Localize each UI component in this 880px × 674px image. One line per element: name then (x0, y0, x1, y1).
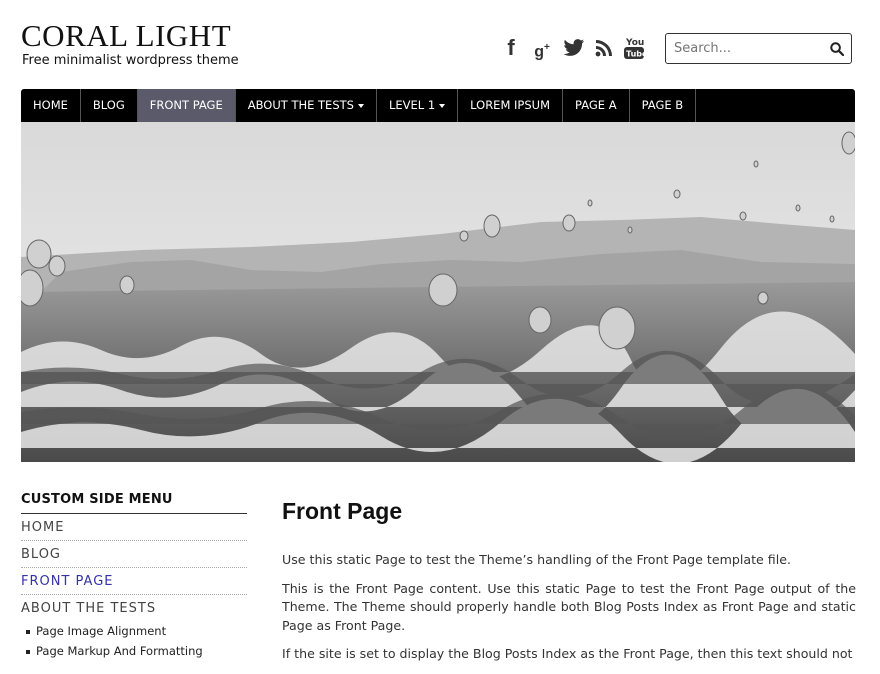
content-paragraph: If the site is set to display the Blog P… (282, 646, 853, 661)
main-navigation: HOME BLOG FRONT PAGE ABOUT THE TESTS LEV… (21, 89, 855, 122)
nav-label: PAGE A (575, 98, 617, 112)
caret-down-icon (439, 103, 446, 108)
nav-item-level-1[interactable]: LEVEL 1 (377, 89, 459, 122)
nav-label: LOREM IPSUM (470, 98, 550, 112)
landscape-image (21, 122, 855, 462)
rss-icon[interactable] (593, 33, 615, 63)
site-title[interactable]: CORAL LIGHT (21, 18, 231, 54)
twitter-icon[interactable] (562, 33, 586, 63)
nav-item-about-the-tests[interactable]: ABOUT THE TESTS (236, 89, 377, 122)
facebook-icon[interactable]: f (500, 33, 522, 63)
caret-down-icon (357, 103, 364, 108)
sidebar-item-home[interactable]: HOME (21, 514, 247, 541)
content-paragraph: Use this static Page to test the Theme’s… (282, 552, 791, 567)
nav-item-page-b[interactable]: PAGE B (630, 89, 697, 122)
custom-side-menu: CUSTOM SIDE MENU HOME BLOG FRONT PAGE AB… (21, 492, 247, 661)
sidebar-item-blog[interactable]: BLOG (21, 541, 247, 568)
google-plus-icon[interactable]: g+ (529, 33, 555, 63)
svg-text:You: You (625, 38, 644, 48)
nav-item-page-a[interactable]: PAGE A (563, 89, 630, 122)
nav-label: LEVEL 1 (388, 98, 436, 112)
main-content: Front Page Use this static Page to test … (282, 498, 856, 674)
nav-item-home[interactable]: HOME (21, 89, 81, 122)
search-box (665, 33, 852, 64)
nav-item-front-page[interactable]: FRONT PAGE (137, 89, 236, 122)
nav-label: HOME (33, 98, 68, 112)
youtube-icon[interactable]: You Tube (622, 33, 648, 63)
sidebar-subitem-page-image-alignment[interactable]: Page Image Alignment (21, 621, 247, 641)
content-paragraph: This is the Front Page content. Use this… (282, 580, 856, 633)
sidebar-item-about-the-tests[interactable]: ABOUT THE TESTS (21, 595, 247, 621)
search-icon[interactable] (830, 42, 844, 56)
site-description: Free minimalist wordpress theme (22, 53, 239, 68)
sidebar-title: CUSTOM SIDE MENU (21, 492, 247, 514)
nav-label: FRONT PAGE (149, 98, 223, 112)
search-input[interactable] (674, 39, 824, 58)
nav-item-blog[interactable]: BLOG (81, 89, 138, 122)
sidebar-subitem-page-markup-and-formatting[interactable]: Page Markup And Formatting (21, 641, 247, 661)
nav-label: PAGE B (641, 98, 684, 112)
nav-item-lorem-ipsum[interactable]: LOREM IPSUM (458, 89, 563, 122)
header-image (21, 122, 855, 462)
sidebar-item-front-page[interactable]: FRONT PAGE (21, 568, 247, 595)
site-header: CORAL LIGHT Free minimalist wordpress th… (0, 0, 880, 88)
nav-label: BLOG (92, 98, 125, 112)
page-title: Front Page (282, 498, 403, 524)
svg-text:Tube: Tube (626, 50, 645, 59)
nav-label: ABOUT THE TESTS (247, 98, 354, 112)
social-links: f g+ You Tube (500, 33, 648, 63)
